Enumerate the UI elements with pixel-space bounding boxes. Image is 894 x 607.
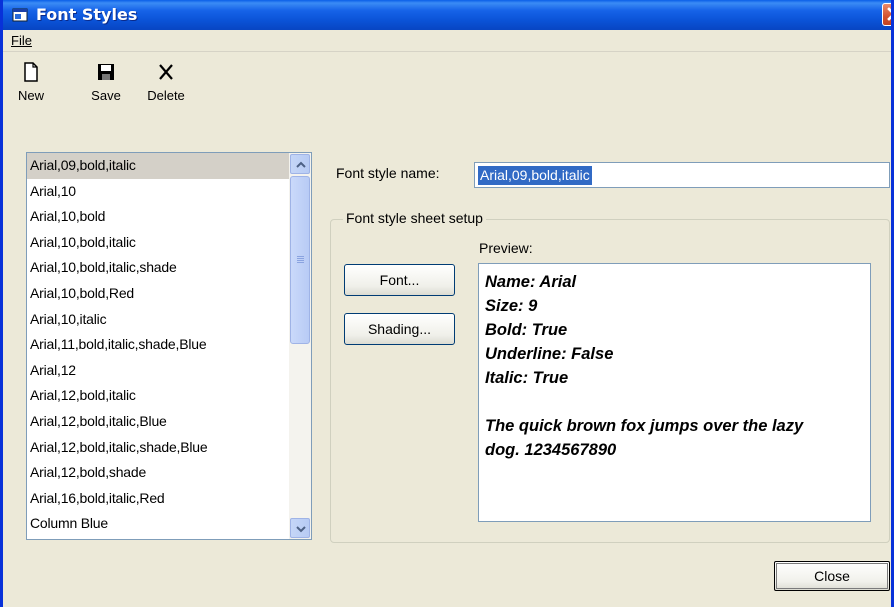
delete-button[interactable]: Delete xyxy=(139,62,193,142)
group-title: Font style sheet setup xyxy=(343,210,486,226)
list-item[interactable]: Arial,10,italic xyxy=(27,307,289,333)
font-styles-window: Font Styles File New Save Delete Arial,0… xyxy=(0,0,894,607)
save-button[interactable]: Save xyxy=(83,62,129,142)
chevron-up-icon xyxy=(296,161,306,168)
font-style-name-label: Font style name: xyxy=(336,165,440,181)
new-button-label: New xyxy=(17,88,44,103)
grip-line xyxy=(297,262,304,263)
list-item[interactable]: Column Blue xyxy=(27,511,289,537)
title-bar[interactable]: Font Styles xyxy=(3,0,891,30)
list-item[interactable]: Arial,11,bold,italic,shade,Blue xyxy=(27,332,289,358)
preview-line: Underline: False xyxy=(485,345,614,363)
toolbar: New Save Delete xyxy=(3,54,891,144)
grip-line xyxy=(297,260,304,261)
list-item[interactable]: Arial,10,bold,Red xyxy=(27,281,289,307)
list-item[interactable]: Arial,16,bold,italic,Red xyxy=(27,486,289,512)
shading-button[interactable]: Shading... xyxy=(344,313,455,345)
list-item[interactable]: Arial,10,bold,italic,shade xyxy=(27,255,289,281)
list-item[interactable]: Arial,12,bold,italic,Blue xyxy=(27,409,289,435)
close-button-label: Close xyxy=(814,568,850,584)
window-title: Font Styles xyxy=(36,5,138,24)
font-button-label: Font... xyxy=(379,272,420,288)
menu-bar: File xyxy=(3,30,891,52)
list-item[interactable]: Arial,10,bold xyxy=(27,204,289,230)
preview-line: The quick brown fox jumps over the lazy xyxy=(485,417,804,435)
list-item[interactable]: Arial,12,bold,italic xyxy=(27,383,289,409)
menu-file-label: File xyxy=(11,33,32,48)
delete-x-icon xyxy=(159,64,173,80)
window-close-button[interactable] xyxy=(882,3,891,26)
close-x-icon xyxy=(887,7,891,21)
chevron-down-icon xyxy=(296,526,306,533)
font-styles-listbox[interactable]: Arial,09,bold,italic Arial,10 Arial,10,bol… xyxy=(26,152,312,540)
delete-button-label: Delete xyxy=(147,88,185,103)
new-button[interactable]: New xyxy=(11,62,51,142)
font-style-name-value: Arial,09,bold,italic xyxy=(478,166,592,185)
grip-line xyxy=(297,258,304,259)
listbox-scrollbar[interactable] xyxy=(289,153,311,539)
preview-label: Preview: xyxy=(479,240,533,256)
preview-line: Bold: True xyxy=(485,321,568,339)
list-items: Arial,09,bold,italic Arial,10 Arial,10,bol… xyxy=(27,153,289,537)
list-item[interactable]: Arial,10,bold,italic xyxy=(27,230,289,256)
list-item[interactable]: Arial,12 xyxy=(27,358,289,384)
font-style-name-input[interactable]: Arial,09,bold,italic xyxy=(474,162,890,188)
list-item[interactable]: Arial,12,bold,italic,shade,Blue xyxy=(27,435,289,461)
menu-file[interactable]: File xyxy=(11,33,32,48)
floppy-disk-icon xyxy=(98,64,114,80)
preview-line: dog. 1234567890 xyxy=(485,441,617,459)
preview-line: Italic: True xyxy=(485,369,569,387)
close-button[interactable]: Close xyxy=(774,561,890,591)
app-window-icon xyxy=(12,8,28,22)
scroll-thumb[interactable] xyxy=(290,176,310,344)
shading-button-label: Shading... xyxy=(367,321,432,337)
list-item[interactable]: Arial,12,bold,shade xyxy=(27,460,289,486)
list-item[interactable]: Arial,10 xyxy=(27,179,289,205)
preview-line xyxy=(485,390,870,414)
new-document-icon xyxy=(24,62,38,82)
preview-line: Name: Arial xyxy=(485,273,577,291)
scroll-down-button[interactable] xyxy=(290,518,310,538)
font-button[interactable]: Font... xyxy=(344,264,455,296)
list-item[interactable]: Arial,09,bold,italic xyxy=(27,153,289,179)
save-button-label: Save xyxy=(91,88,121,103)
preview-line: Size: 9 xyxy=(485,297,538,315)
preview-box: Name: Arial Size: 9 Bold: True Underline: F… xyxy=(478,263,871,522)
scroll-up-button[interactable] xyxy=(290,154,310,174)
grip-line xyxy=(297,256,304,257)
